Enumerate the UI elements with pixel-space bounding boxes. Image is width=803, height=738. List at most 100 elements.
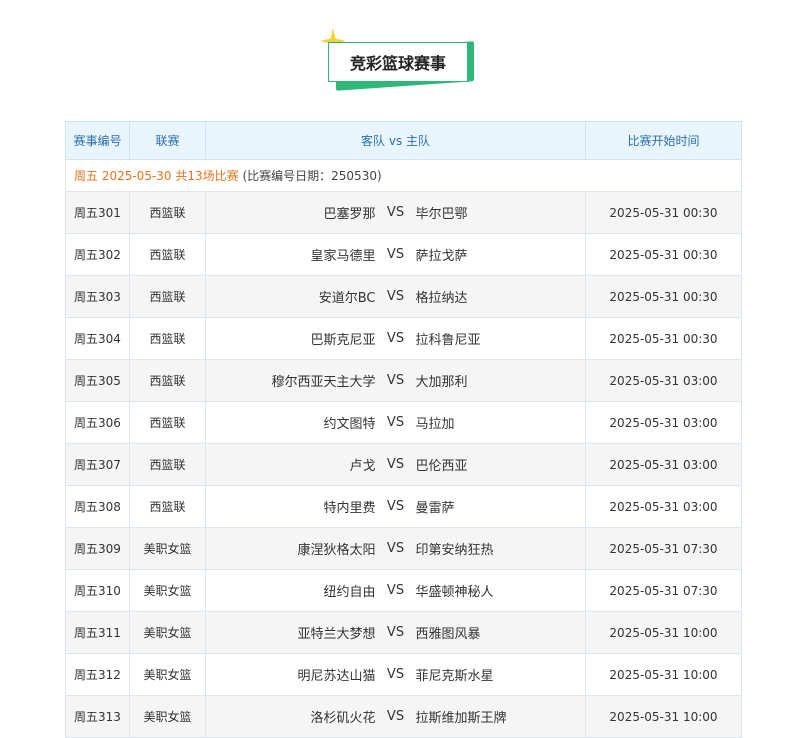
away-team: 西雅图风暴: [415, 627, 481, 642]
header-time: 比赛开始时间: [585, 121, 742, 160]
table-row[interactable]: 周五311 美职女篮 亚特兰大梦想 VS 西雅图风暴 2025-05-31 10:00: [65, 611, 742, 654]
vs-label: VS: [386, 457, 405, 472]
vs-label: VS: [386, 373, 405, 388]
match-teams: 约文图特 VS 马拉加: [205, 401, 586, 444]
home-team: 康涅狄格太阳: [297, 543, 376, 558]
table-row[interactable]: 周五309 美职女篮 康涅狄格太阳 VS 印第安纳狂热 2025-05-31 07:30: [65, 527, 742, 570]
vs-label: VS: [386, 667, 405, 682]
home-team: 卢戈: [349, 459, 376, 474]
table-row[interactable]: 周五313 美职女篮 洛杉矶火花 VS 拉斯维加斯王牌 2025-05-31 10:00: [65, 695, 742, 738]
match-teams: 亚特兰大梦想 VS 西雅图风暴: [205, 611, 586, 654]
match-teams: 巴塞罗那 VS 毕尔巴鄂: [205, 191, 586, 234]
match-time: 2025-05-31 03:00: [585, 359, 742, 402]
vs-label: VS: [386, 205, 405, 220]
vs-label: VS: [386, 625, 405, 640]
table-row[interactable]: 周五304 西篮联 巴斯克尼亚 VS 拉科鲁尼亚 2025-05-31 00:30: [65, 317, 742, 360]
vs-label: VS: [386, 499, 405, 514]
match-time: 2025-05-31 03:00: [585, 401, 742, 444]
table-row[interactable]: 周五310 美职女篮 纽约自由 VS 华盛顿神秘人 2025-05-31 07:30: [65, 569, 742, 612]
match-league: 西篮联: [129, 191, 206, 234]
away-team: 巴伦西亚: [415, 459, 468, 474]
match-table: 赛事编号 联赛 客队 vs 主队 比赛开始时间 周五 2025-05-30 共1…: [65, 121, 742, 738]
table-row[interactable]: 周五301 西篮联 巴塞罗那 VS 毕尔巴鄂 2025-05-31 00:30: [65, 191, 742, 234]
match-teams: 康涅狄格太阳 VS 印第安纳狂热: [205, 527, 586, 570]
away-team: 曼雷萨: [415, 501, 455, 516]
home-team: 穆尔西亚天主大学: [271, 375, 376, 390]
table-row[interactable]: 周五305 西篮联 穆尔西亚天主大学 VS 大加那利 2025-05-31 03:00: [65, 359, 742, 402]
match-time: 2025-05-31 00:30: [585, 233, 742, 276]
match-league: 美职女篮: [129, 569, 206, 612]
home-team: 亚特兰大梦想: [297, 627, 376, 642]
match-number: 周五310: [65, 569, 130, 612]
match-teams: 明尼苏达山猫 VS 菲尼克斯水星: [205, 653, 586, 696]
match-teams: 卢戈 VS 巴伦西亚: [205, 443, 586, 486]
match-league: 西篮联: [129, 359, 206, 402]
match-number: 周五303: [65, 275, 130, 318]
home-team: 明尼苏达山猫: [297, 669, 376, 684]
table-row[interactable]: 周五306 西篮联 约文图特 VS 马拉加 2025-05-31 03:00: [65, 401, 742, 444]
home-team: 特内里费: [323, 501, 376, 516]
table-row[interactable]: 周五308 西篮联 特内里费 VS 曼雷萨 2025-05-31 03:00: [65, 485, 742, 528]
table-row[interactable]: 周五312 美职女篮 明尼苏达山猫 VS 菲尼克斯水星 2025-05-31 10:00: [65, 653, 742, 696]
match-teams: 安道尔BC VS 格拉纳达: [205, 275, 586, 318]
match-time: 2025-05-31 03:00: [585, 485, 742, 528]
match-number: 周五311: [65, 611, 130, 654]
date-info-text: 周五 2025-05-30 共13场比赛: [74, 169, 239, 183]
match-league: 美职女篮: [129, 653, 206, 696]
match-time: 2025-05-31 07:30: [585, 569, 742, 612]
table-header-row: 赛事编号 联赛 客队 vs 主队 比赛开始时间: [65, 121, 742, 160]
match-number: 周五302: [65, 233, 130, 276]
table-row[interactable]: 周五303 西篮联 安道尔BC VS 格拉纳达 2025-05-31 00:30: [65, 275, 742, 318]
vs-label: VS: [386, 289, 405, 304]
match-league: 美职女篮: [129, 695, 206, 738]
table-row[interactable]: 周五307 西篮联 卢戈 VS 巴伦西亚 2025-05-31 03:00: [65, 443, 742, 486]
vs-label: VS: [386, 415, 405, 430]
away-team: 格拉纳达: [415, 291, 468, 306]
home-team: 洛杉矶火花: [310, 711, 376, 726]
match-time: 2025-05-31 00:30: [585, 191, 742, 234]
home-team: 巴塞罗那: [323, 207, 376, 222]
header-number: 赛事编号: [65, 121, 130, 160]
match-number: 周五305: [65, 359, 130, 402]
match-teams: 穆尔西亚天主大学 VS 大加那利: [205, 359, 586, 402]
match-number: 周五301: [65, 191, 130, 234]
match-teams: 洛杉矶火花 VS 拉斯维加斯王牌: [205, 695, 586, 738]
match-teams: 纽约自由 VS 华盛顿神秘人: [205, 569, 586, 612]
match-teams: 巴斯克尼亚 VS 拉科鲁尼亚: [205, 317, 586, 360]
match-teams: 特内里费 VS 曼雷萨: [205, 485, 586, 528]
away-team: 马拉加: [415, 417, 455, 432]
page-title: 竞彩篮球赛事: [328, 42, 468, 82]
vs-label: VS: [386, 541, 405, 556]
match-league: 西篮联: [129, 485, 206, 528]
match-time: 2025-05-31 10:00: [585, 653, 742, 696]
away-team: 萨拉戈萨: [415, 249, 468, 264]
home-team: 约文图特: [323, 417, 376, 432]
home-team: 巴斯克尼亚: [310, 333, 376, 348]
match-time: 2025-05-31 00:30: [585, 317, 742, 360]
match-number: 周五307: [65, 443, 130, 486]
date-info-subtext: (比赛编号日期：250530): [242, 169, 382, 183]
away-team: 大加那利: [415, 375, 468, 390]
vs-label: VS: [386, 247, 405, 262]
home-team: 安道尔BC: [318, 291, 376, 306]
match-league: 美职女篮: [129, 527, 206, 570]
away-team: 菲尼克斯水星: [415, 669, 494, 684]
match-number: 周五306: [65, 401, 130, 444]
match-league: 西篮联: [129, 443, 206, 486]
away-team: 印第安纳狂热: [415, 543, 494, 558]
date-info-row: 周五 2025-05-30 共13场比赛 (比赛编号日期：250530): [65, 159, 742, 192]
match-league: 西篮联: [129, 233, 206, 276]
match-time: 2025-05-31 10:00: [585, 695, 742, 738]
page-title-badge: 竞彩篮球赛事: [320, 28, 480, 98]
table-row[interactable]: 周五302 西篮联 皇家马德里 VS 萨拉戈萨 2025-05-31 00:30: [65, 233, 742, 276]
match-number: 周五309: [65, 527, 130, 570]
vs-label: VS: [386, 583, 405, 598]
match-time: 2025-05-31 00:30: [585, 275, 742, 318]
match-number: 周五312: [65, 653, 130, 696]
header-league: 联赛: [129, 121, 206, 160]
match-time: 2025-05-31 03:00: [585, 443, 742, 486]
match-number: 周五313: [65, 695, 130, 738]
match-number: 周五308: [65, 485, 130, 528]
home-team: 皇家马德里: [310, 249, 376, 264]
match-time: 2025-05-31 10:00: [585, 611, 742, 654]
